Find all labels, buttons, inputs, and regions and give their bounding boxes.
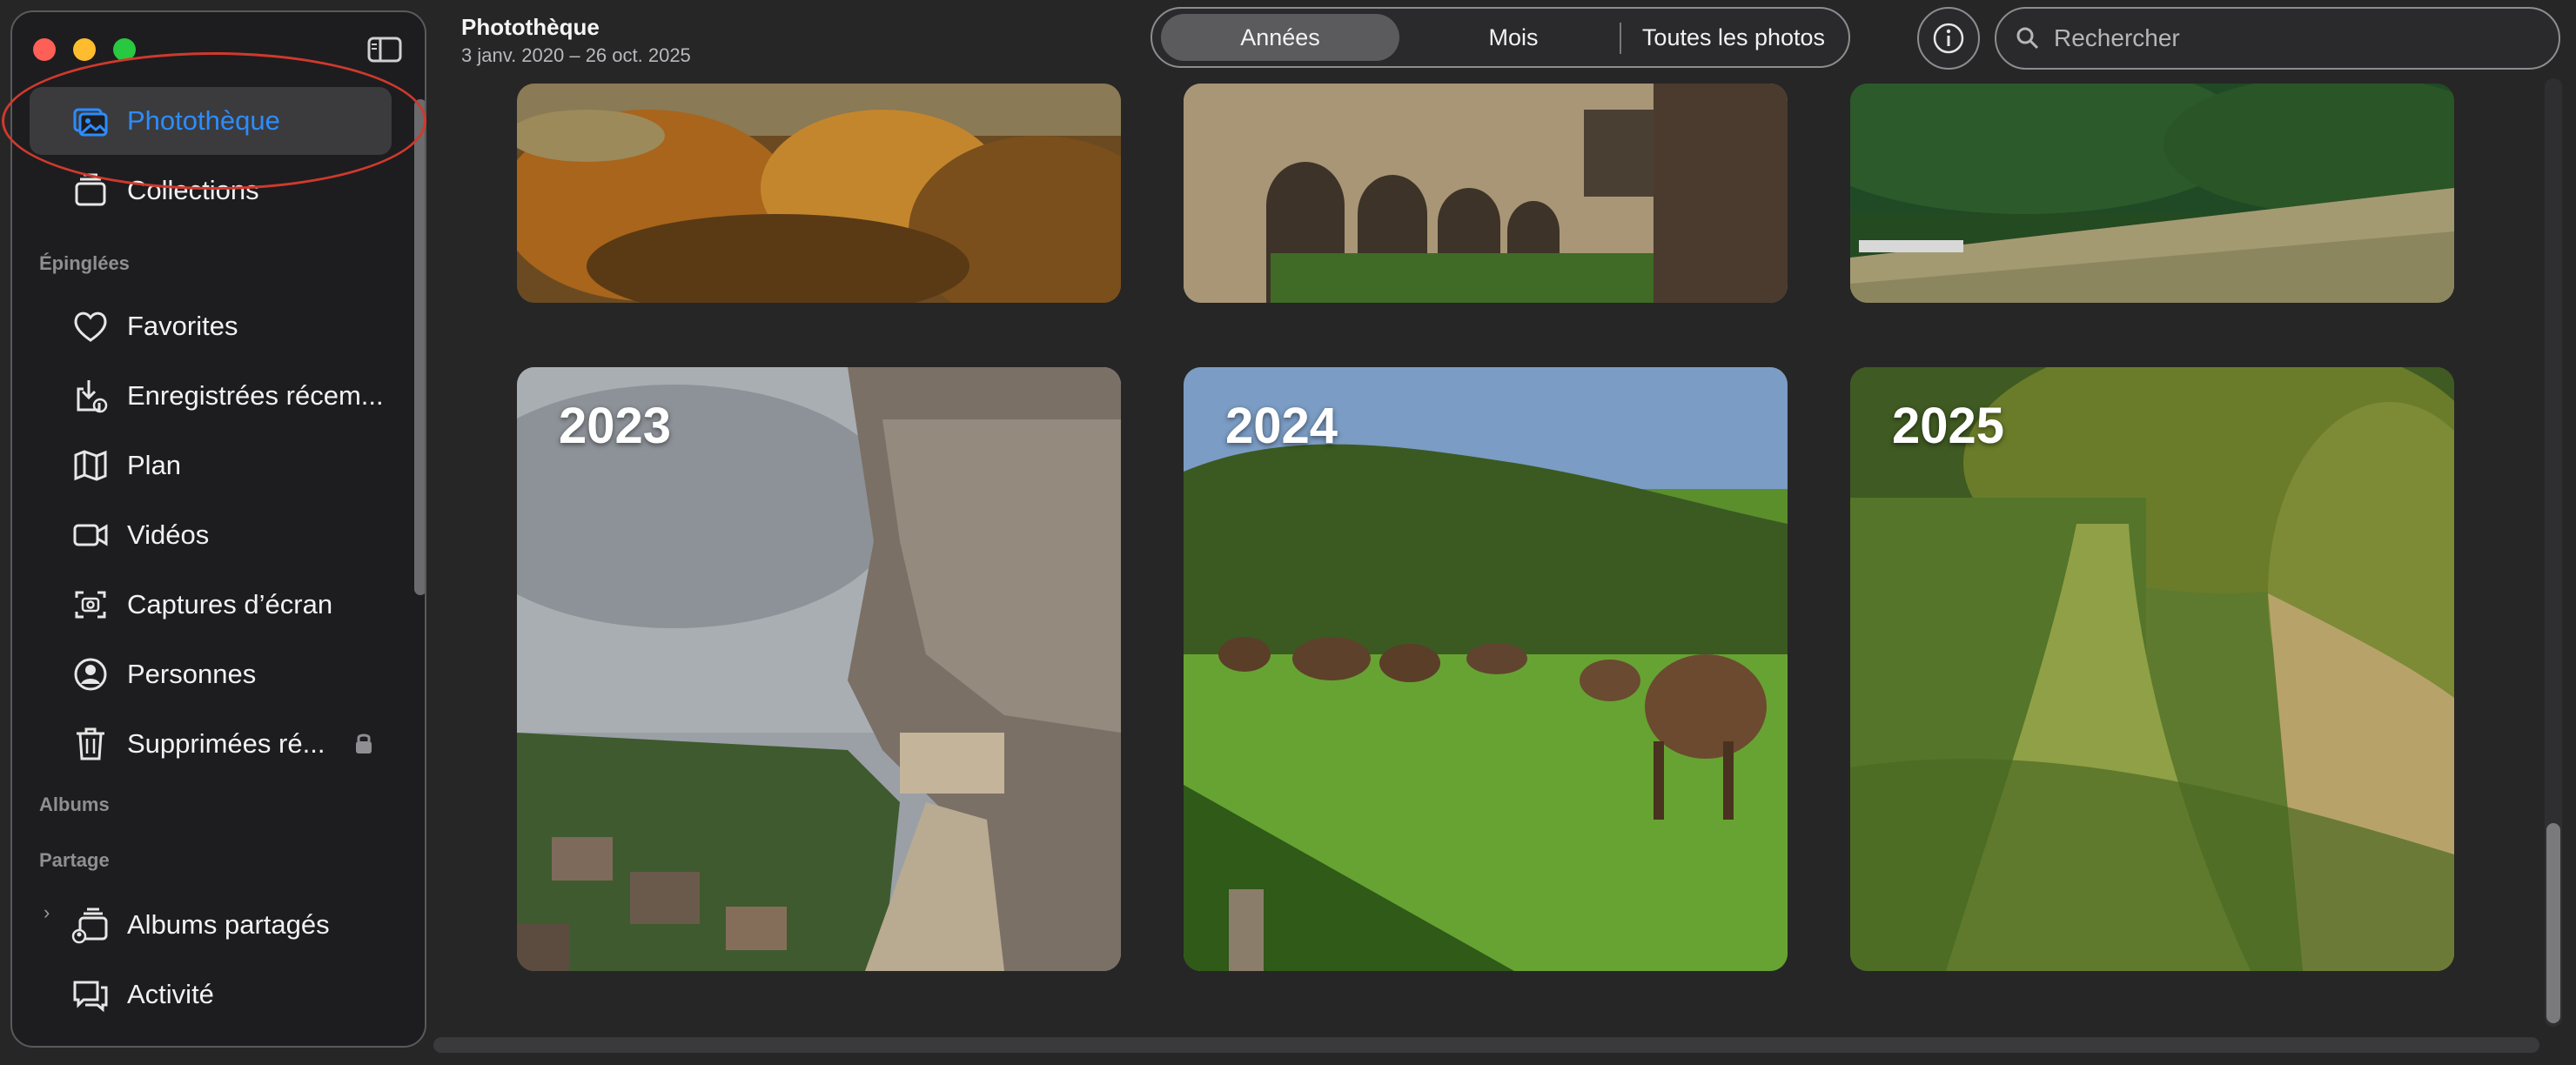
section-header-pinned: Épinglées [39,252,130,274]
year-label: 2025 [1892,398,2005,454]
lock-icon [353,731,374,755]
photo-tile-abbey[interactable] [1184,84,1788,303]
photo-thumbnail [1184,367,1788,971]
close-window-button[interactable] [33,38,56,61]
vertical-scrollbar-thumb[interactable] [2546,823,2560,1023]
screenshot-icon [64,579,117,631]
sidebar-item-favorites[interactable]: Favorites [30,292,392,360]
sidebar-toggle-icon[interactable] [367,37,402,63]
photo-thumbnail [517,367,1121,971]
title-block: Photothèque 3 janv. 2020 – 26 oct. 2025 [461,14,691,67]
segment-divider [1620,23,1621,54]
sidebar: Photothèque Collections Épinglées Favori… [10,10,426,1048]
sidebar-item-recently-deleted[interactable]: Supprimées ré... [30,710,392,778]
sidebar-item-activity[interactable]: Activité [30,961,392,1028]
photos-window: Photothèque Collections Épinglées Favori… [0,0,2576,1065]
horizontal-scrollbar[interactable] [433,1037,2539,1053]
sidebar-item-label: Favorites [127,311,238,341]
sidebar-item-label: Albums partagés [127,909,330,940]
sidebar-item-recently-saved[interactable]: Enregistrées récem... [30,362,392,430]
search-input[interactable] [2052,23,2543,53]
sidebar-item-label: Personnes [127,659,257,689]
sidebar-item-screenshots[interactable]: Captures d’écran [30,571,392,639]
heart-icon [64,300,117,352]
date-range: 3 janv. 2020 – 26 oct. 2025 [461,44,691,66]
sidebar-item-label: Collections [127,175,259,205]
page-title: Photothèque [461,14,600,40]
photo-tile-meadow[interactable] [1850,84,2454,303]
year-label: 2023 [559,398,672,454]
year-card-2025[interactable]: 2025 [1850,367,2454,971]
view-segmented-control: Années Mois Toutes les photos [1150,7,1850,68]
section-header-albums[interactable]: Albums [39,794,110,816]
photo-thumbnail [1850,84,2454,303]
sidebar-item-videos[interactable]: Vidéos [30,501,392,569]
search-field[interactable] [1995,7,2560,70]
sidebar-item-label: Captures d’écran [127,589,333,620]
search-icon [2016,27,2039,50]
sidebar-item-label: Photothèque [127,105,280,136]
info-button[interactable] [1917,7,1980,70]
info-icon [1933,23,1964,54]
photo-thumbnail [1850,367,2454,971]
shared-albums-icon [64,899,117,951]
map-icon [64,439,117,492]
zoom-window-button[interactable] [113,38,136,61]
section-header-sharing[interactable]: Partage [39,849,110,872]
sidebar-item-shared-albums[interactable]: Albums partagés [30,891,392,959]
sidebar-item-label: Supprimées ré... [127,728,325,759]
sidebar-item-phototheque[interactable]: Photothèque [30,87,392,155]
sidebar-item-map[interactable]: Plan [30,432,392,499]
sidebar-item-people[interactable]: Personnes [30,640,392,708]
tab-mois[interactable]: Mois [1413,14,1613,61]
year-card-2023[interactable]: 2023 [517,367,1121,971]
sidebar-item-label: Enregistrées récem... [127,380,384,411]
video-icon [64,509,117,561]
photo-thumbnail [517,84,1121,303]
sidebar-item-label: Activité [127,979,214,1009]
sidebar-scrollbar[interactable] [414,99,425,595]
recently-saved-icon [64,370,117,422]
person-icon [64,648,117,700]
year-label: 2024 [1225,398,1338,454]
photo-tile-autumn[interactable] [517,84,1121,303]
year-card-2024[interactable]: 2024 [1184,367,1788,971]
tab-annees[interactable]: Années [1161,14,1399,61]
activity-icon [64,968,117,1021]
minimize-window-button[interactable] [73,38,96,61]
tab-toutes-les-photos[interactable]: Toutes les photos [1627,14,1840,61]
sidebar-item-label: Plan [127,450,182,480]
photo-library-icon [64,95,117,147]
sidebar-item-collections[interactable]: Collections [30,157,392,224]
photo-thumbnail [1184,84,1788,303]
trash-icon [64,718,117,770]
sidebar-item-label: Vidéos [127,519,210,550]
collections-icon [64,164,117,217]
